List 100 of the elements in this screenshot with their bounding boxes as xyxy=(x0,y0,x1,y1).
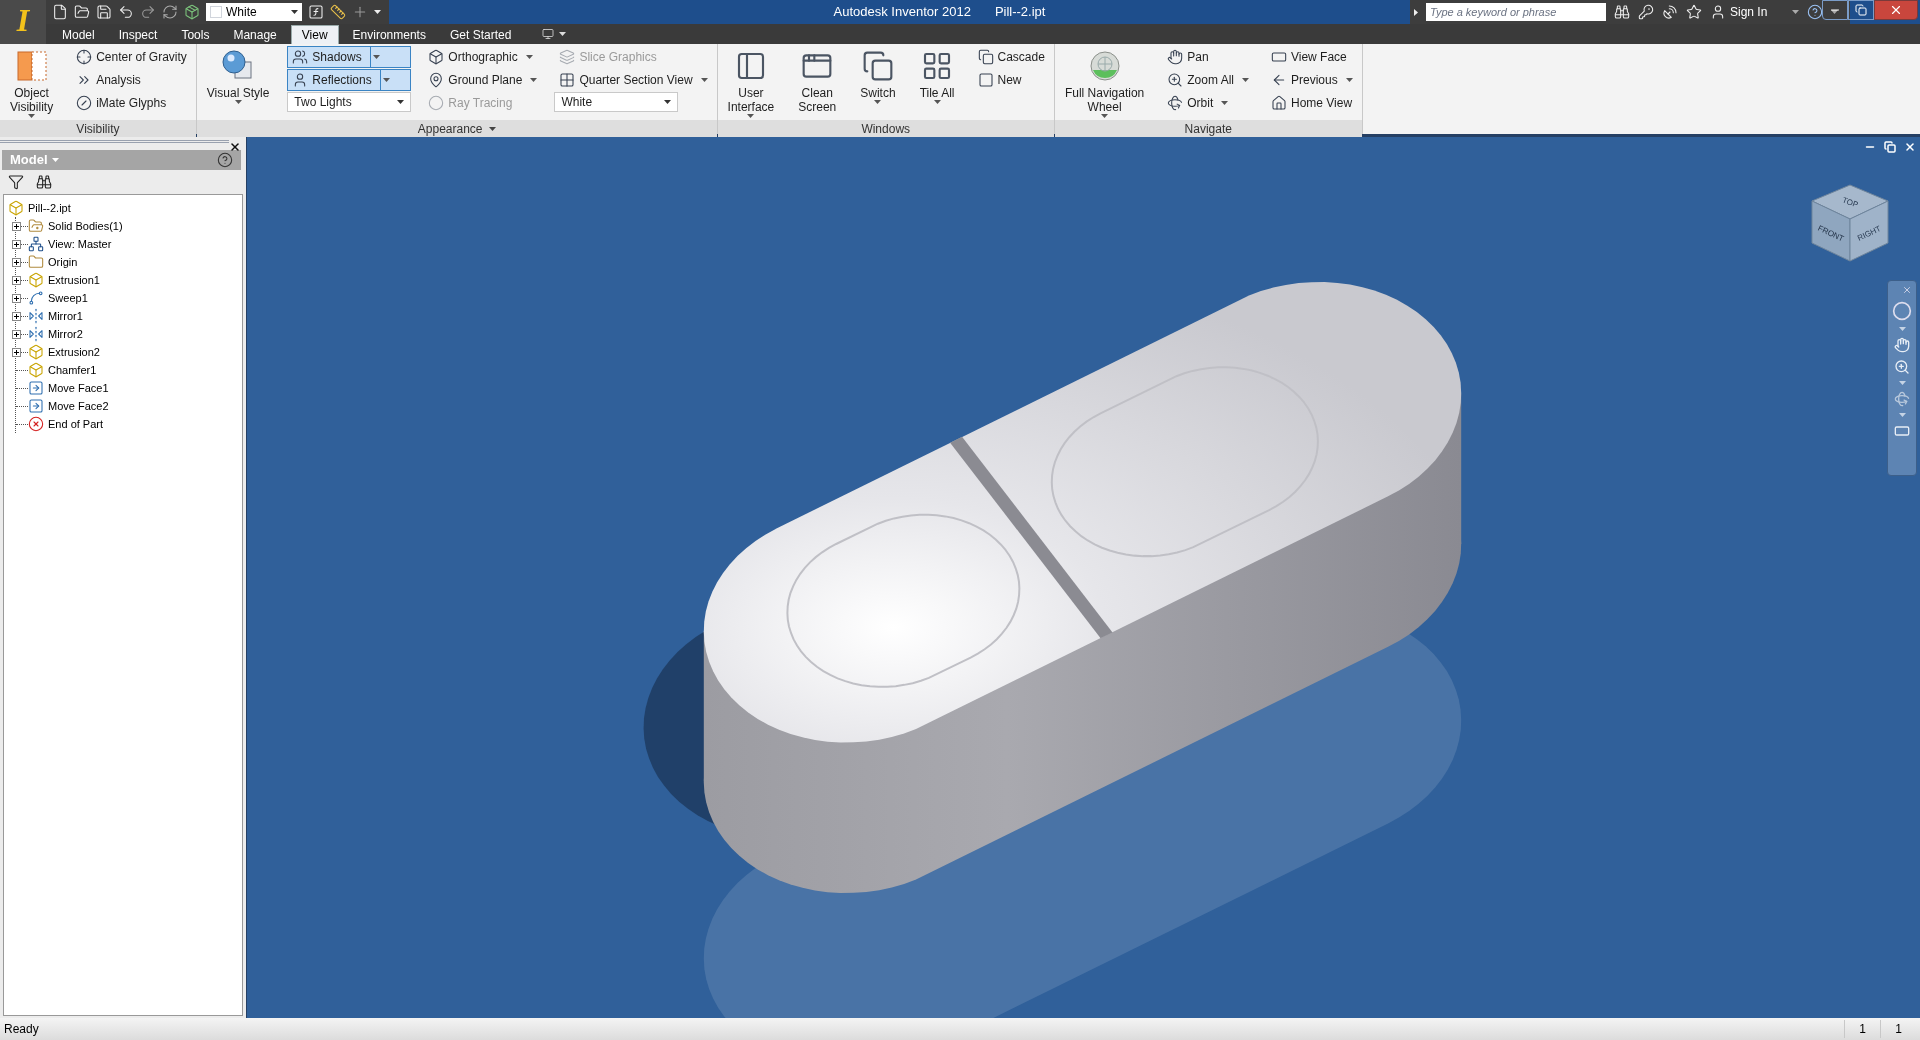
ribbon-button[interactable]: Tile All xyxy=(913,46,961,120)
save-icon[interactable] xyxy=(96,4,112,20)
minimize-button[interactable] xyxy=(1822,0,1848,20)
tree-item[interactable]: Origin xyxy=(48,253,78,271)
close-icon[interactable] xyxy=(1904,141,1916,153)
dropdown-field[interactable]: Two Lights xyxy=(287,92,412,112)
panel-title: Visibility xyxy=(76,120,120,138)
hand-icon[interactable] xyxy=(1894,337,1910,353)
extrusion-icon xyxy=(28,344,44,360)
ribbon-tab[interactable]: View xyxy=(290,25,339,44)
appearance-dropdown[interactable]: White xyxy=(206,3,302,21)
rectangle-icon[interactable] xyxy=(1894,423,1910,439)
ribbon-button[interactable]: Previous xyxy=(1265,69,1358,91)
ribbon-button[interactable]: Full Navigation Wheel xyxy=(1058,46,1151,120)
expand-toggle[interactable] xyxy=(12,311,21,321)
ribbon-button[interactable]: View Face xyxy=(1265,46,1358,68)
pill-model-drawing[interactable] xyxy=(703,282,1462,893)
close-icon[interactable] xyxy=(229,140,241,153)
tree-item[interactable]: Sweep1 xyxy=(48,289,88,307)
expand-toggle[interactable] xyxy=(12,275,21,285)
view-cube-drawing[interactable] xyxy=(1811,184,1889,262)
package-icon[interactable] xyxy=(184,4,200,20)
stacked-windows-icon xyxy=(977,49,994,65)
application-menu-button[interactable]: I xyxy=(0,0,46,44)
status-field: 1 xyxy=(1880,1020,1916,1038)
expand-toggle[interactable] xyxy=(12,257,21,267)
tree-item[interactable]: Extrusion2 xyxy=(48,343,100,361)
ribbon-tab[interactable]: Inspect xyxy=(108,25,168,44)
expand-toggle[interactable] xyxy=(12,293,21,303)
ribbon-button[interactable]: Home View xyxy=(1265,92,1358,114)
function-icon[interactable] xyxy=(308,4,324,20)
tree-item[interactable]: Extrusion1 xyxy=(48,271,100,289)
ribbon-button[interactable]: Clean Screen xyxy=(792,46,843,120)
ribbon-button[interactable]: User Interface xyxy=(721,46,781,120)
tree-item[interactable]: View: Master xyxy=(48,235,112,253)
caret-icon xyxy=(1898,381,1906,385)
extrusion-icon xyxy=(28,272,44,288)
binoculars-icon[interactable] xyxy=(36,174,52,190)
tree-item[interactable]: Solid Bodies(1) xyxy=(48,217,123,235)
tree-item[interactable]: Move Face1 xyxy=(48,379,109,397)
tree-item[interactable]: Pill--2.ipt xyxy=(28,199,71,217)
document-title: Pill--2.ipt xyxy=(994,3,1046,22)
ribbon-button[interactable]: Center of Gravity xyxy=(71,46,192,68)
ribbon-button[interactable]: Pan xyxy=(1162,46,1254,68)
navigation-wheel-icon xyxy=(1087,50,1122,82)
status-message: Ready xyxy=(4,1021,40,1038)
binoculars-icon[interactable] xyxy=(1614,4,1630,20)
toggle-button[interactable]: Shadows xyxy=(287,46,412,68)
help-icon[interactable] xyxy=(1807,4,1823,20)
key-icon[interactable] xyxy=(1638,4,1654,20)
expand-arrow-icon[interactable] xyxy=(1414,8,1418,16)
ribbon-tab[interactable]: Environments xyxy=(342,25,436,44)
redo-icon[interactable] xyxy=(140,4,156,20)
tree-item[interactable]: Mirror1 xyxy=(48,307,83,325)
panel-title[interactable]: Appearance xyxy=(417,119,483,138)
close-button[interactable] xyxy=(1874,0,1918,20)
ribbon-button[interactable]: Analysis xyxy=(71,69,192,91)
people-icon xyxy=(292,49,309,65)
tree-item[interactable]: End of Part xyxy=(48,415,104,433)
ribbon-tab[interactable]: Tools xyxy=(171,25,220,44)
search-field[interactable]: Type a keyword or phrase xyxy=(1426,3,1606,21)
ribbon-button[interactable]: Visual Style xyxy=(200,46,276,120)
ribbon-button[interactable]: Cascade xyxy=(972,46,1050,68)
panel-toggle-icon[interactable] xyxy=(541,28,556,40)
ribbon-button[interactable]: New xyxy=(972,69,1050,91)
ribbon-tab[interactable]: Model xyxy=(52,25,105,44)
ribbon-button[interactable]: Switch xyxy=(854,46,902,120)
update-icon[interactable] xyxy=(162,4,178,20)
new-file-icon[interactable] xyxy=(52,4,68,20)
zoom-icon[interactable] xyxy=(1894,359,1910,375)
hierarchy-icon xyxy=(28,236,44,252)
toggle-button[interactable]: Reflections xyxy=(287,69,412,91)
restore-button[interactable] xyxy=(1848,0,1874,20)
expand-toggle[interactable] xyxy=(12,347,21,357)
ribbon-button[interactable]: Orbit xyxy=(1162,92,1254,114)
tree-item[interactable]: Mirror2 xyxy=(48,325,83,343)
dropdown-field[interactable]: White xyxy=(554,92,679,112)
ribbon-button[interactable]: Quarter Section View xyxy=(554,69,713,91)
help-icon[interactable] xyxy=(217,152,233,168)
satellite-dish-icon[interactable] xyxy=(1662,4,1678,20)
ruler-icon[interactable] xyxy=(330,4,346,20)
ribbon-button[interactable]: Object Visibility xyxy=(4,46,60,120)
expand-toggle[interactable] xyxy=(12,239,21,249)
open-folder-icon[interactable] xyxy=(74,4,90,20)
expand-toggle[interactable] xyxy=(12,221,21,231)
ribbon-button[interactable]: Zoom All xyxy=(1162,69,1254,91)
tree-item[interactable]: Move Face2 xyxy=(48,397,109,415)
undo-icon[interactable] xyxy=(118,4,134,20)
filter-icon[interactable] xyxy=(8,174,24,190)
x-circle-icon xyxy=(28,416,44,432)
ribbon-button[interactable]: iMate Glyphs xyxy=(71,92,192,114)
restore-icon[interactable] xyxy=(1884,141,1896,153)
ribbon-tab[interactable]: Get Started xyxy=(439,25,522,44)
ribbon-tab[interactable]: Manage xyxy=(223,25,287,44)
ribbon-button[interactable]: Ground Plane xyxy=(423,69,543,91)
expand-toggle[interactable] xyxy=(12,329,21,339)
sign-in-button[interactable]: Sign In xyxy=(1710,3,1784,21)
ribbon-button[interactable]: Orthographic xyxy=(423,46,543,68)
star-icon[interactable] xyxy=(1686,4,1702,20)
tree-item[interactable]: Chamfer1 xyxy=(48,361,97,379)
